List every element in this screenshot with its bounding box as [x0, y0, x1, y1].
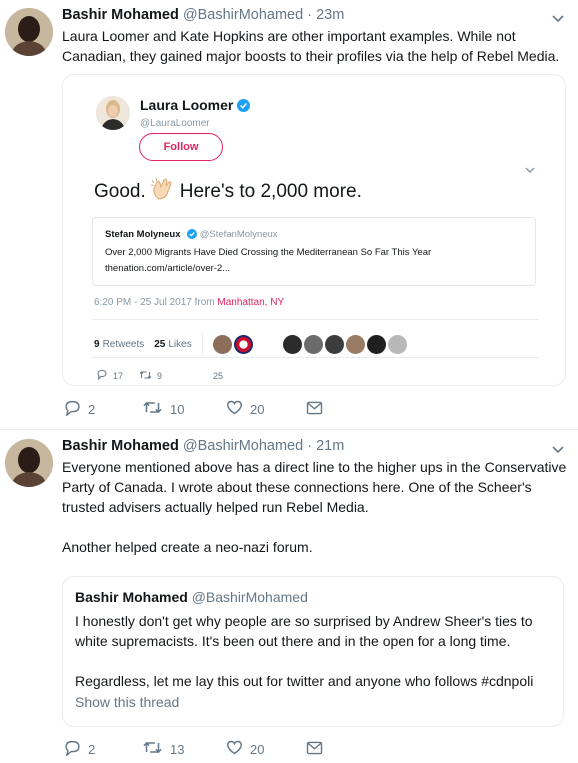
verified-icon: [187, 229, 198, 245]
quoted-user-handle: @BashirMohamed: [191, 589, 308, 605]
reply-count: 17: [113, 370, 124, 381]
retweet-icon: [142, 740, 163, 758]
embedded-timestamp: 6:20 PM - 25 Jul 2017 from Manhattan, NY: [94, 297, 285, 308]
embedded-tweet-text: Good. Here's to 2,000 more.: [94, 177, 362, 207]
reply-icon: [64, 400, 81, 419]
embedded-tweet-image[interactable]: Laura Loomer @LauraLoomer Follow Good. H…: [62, 74, 566, 386]
follow-button: Follow: [139, 133, 223, 161]
tweet-header: Bashir Mohamed @BashirMohamed · 23m: [62, 6, 344, 24]
direct-message-button[interactable]: [306, 741, 323, 758]
embedded-stats: 9 Retweets 25 Likes: [94, 333, 409, 355]
show-thread-link[interactable]: Show this thread: [75, 694, 179, 710]
quote-user-handle: @StefanMolyneux: [199, 229, 278, 240]
divider: [0, 429, 578, 430]
tweet-time[interactable]: 21m: [316, 438, 344, 454]
liker-avatar: [387, 334, 407, 354]
quote-link: thenation.com/article/over-2...: [105, 263, 231, 274]
embedded-avatar: [96, 96, 130, 130]
direct-message-icon: [306, 741, 323, 758]
user-name[interactable]: Bashir Mohamed: [62, 438, 179, 454]
reply-icon: [96, 369, 108, 382]
chevron-down-icon: [525, 161, 535, 179]
like-button[interactable]: 20: [226, 740, 306, 758]
verified-icon: [237, 99, 251, 115]
like-button[interactable]: 20: [226, 400, 306, 418]
likes-label: Likes: [168, 338, 192, 350]
quoted-user-name: Bashir Mohamed: [75, 589, 188, 605]
retweet-button[interactable]: 10: [142, 400, 226, 418]
retweets-count: 9: [94, 338, 100, 350]
quoted-paragraph: I honestly don't get why people are so s…: [75, 613, 533, 649]
tweet-header: Bashir Mohamed @BashirMohamed · 21m: [62, 437, 344, 455]
embedded-actions: 17 9 25: [96, 369, 223, 382]
quoted-paragraph: Regardless, let me lay this out for twit…: [75, 673, 534, 689]
embedded-user-handle: @LauraLoomer: [140, 118, 210, 129]
direct-message-icon: [306, 401, 323, 418]
like-count: 20: [250, 741, 265, 757]
tweet-paragraph: Everyone mentioned above has a direct li…: [62, 459, 567, 515]
avatar[interactable]: [5, 8, 53, 56]
reply-count: 2: [88, 401, 96, 417]
retweet-icon: [139, 370, 152, 382]
liker-avatar: [366, 334, 386, 354]
like-icon: [226, 400, 243, 418]
like-count: 25: [213, 370, 224, 381]
retweet-count: 10: [170, 401, 185, 417]
reply-button[interactable]: 2: [64, 400, 142, 419]
tweet-paragraph: Another helped create a neo-nazi forum.: [62, 539, 313, 555]
user-handle[interactable]: @BashirMohamed: [183, 7, 303, 23]
liker-avatar: [212, 334, 232, 354]
likes-count: 25: [154, 338, 166, 350]
tweet[interactable]: Bashir Mohamed @BashirMohamed · 23m Laur…: [0, 6, 578, 426]
separator-dot: ·: [307, 7, 313, 23]
tweet-text: Everyone mentioned above has a direct li…: [62, 457, 570, 557]
avatar[interactable]: [5, 439, 53, 487]
liker-avatar: [324, 334, 344, 354]
quote-user-name: Stefan Molyneux: [105, 229, 181, 240]
tweet-actions: 2 10 20: [64, 400, 323, 418]
retweet-count: 13: [170, 741, 185, 757]
embedded-user-name: Laura Loomer: [140, 97, 251, 115]
tweet[interactable]: Bashir Mohamed @BashirMohamed · 21m Ever…: [0, 437, 578, 763]
reply-button[interactable]: 2: [64, 740, 142, 759]
liker-avatar: [282, 334, 302, 354]
like-count: 20: [250, 401, 265, 417]
quoted-tweet-text: I honestly don't get why people are so s…: [75, 611, 557, 691]
clapping-hands-icon: [150, 177, 176, 207]
tweet-text: Laura Loomer and Kate Hopkins are other …: [62, 28, 560, 64]
user-name[interactable]: Bashir Mohamed: [62, 7, 179, 23]
separator-dot: ·: [307, 438, 313, 454]
retweets-label: Retweets: [102, 338, 145, 350]
retweet-icon: [142, 400, 163, 418]
retweet-count: 9: [157, 370, 163, 381]
liker-avatars: [212, 334, 409, 354]
divider: [92, 357, 538, 358]
embedded-location: Manhattan, NY: [217, 297, 285, 308]
divider: [201, 333, 203, 355]
reply-icon: [64, 740, 81, 759]
like-icon: [226, 740, 243, 758]
embedded-quote-card: Stefan Molyneux @StefanMolyneux Over 2,0…: [92, 217, 536, 286]
quoted-tweet-header: Bashir Mohamed @BashirMohamed: [75, 589, 308, 605]
tweet-actions: 2 13 20: [64, 740, 323, 758]
liker-avatar: [345, 334, 365, 354]
liker-avatar: [233, 334, 253, 354]
user-handle[interactable]: @BashirMohamed: [183, 438, 303, 454]
tweet-time[interactable]: 23m: [316, 7, 344, 23]
retweet-button[interactable]: 13: [142, 740, 226, 758]
direct-message-button[interactable]: [306, 401, 323, 418]
reply-count: 2: [88, 741, 96, 757]
quoted-tweet-card[interactable]: Bashir Mohamed @BashirMohamed I honestly…: [62, 576, 564, 727]
divider: [92, 319, 538, 320]
liker-avatar: [303, 334, 323, 354]
quote-text: Over 2,000 Migrants Have Died Crossing t…: [105, 247, 432, 258]
